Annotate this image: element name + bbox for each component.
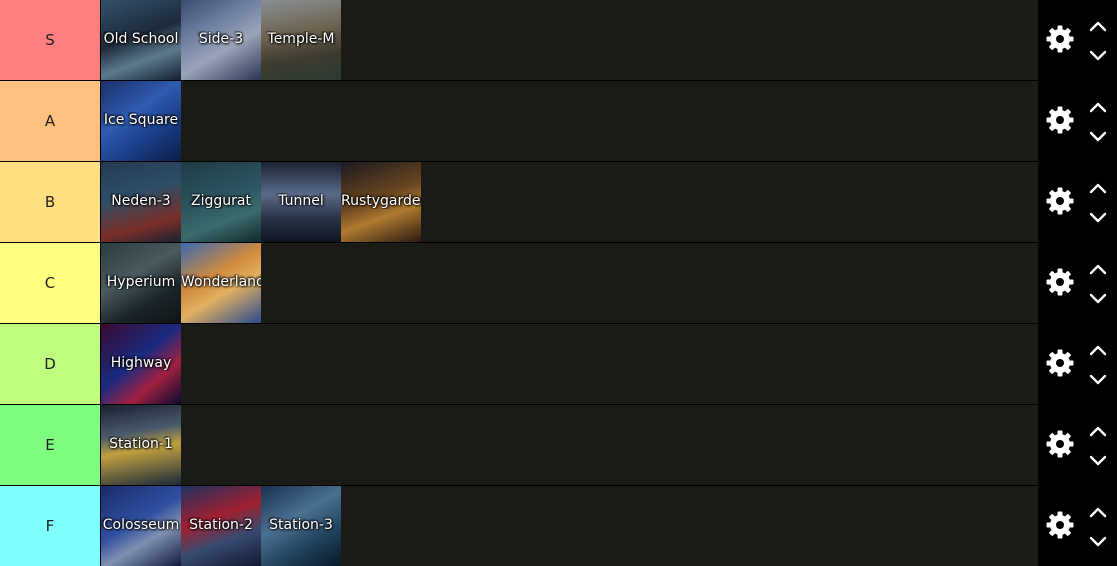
- gear-icon[interactable]: [1045, 267, 1075, 297]
- chevron-down-icon[interactable]: [1089, 293, 1107, 305]
- map-tile[interactable]: Station-2: [181, 486, 261, 566]
- map-tile[interactable]: Station-1: [101, 405, 181, 485]
- tier-controls: [1039, 486, 1117, 566]
- map-tile-label: Station-1: [109, 436, 173, 452]
- map-tile-label: Tunnel: [278, 193, 324, 209]
- tier-row: D Highway: [0, 324, 1117, 404]
- chevron-down-icon[interactable]: [1089, 212, 1107, 224]
- tier-row: F Colosseum Station-2 Station-3: [0, 486, 1117, 566]
- map-tile[interactable]: Ziggurat: [181, 162, 261, 242]
- map-tile-label: Station-2: [189, 517, 253, 533]
- map-tile-label: Ziggurat: [191, 193, 251, 209]
- map-tile[interactable]: Colosseum: [101, 486, 181, 566]
- map-tile-label: Rustygarden: [341, 193, 421, 209]
- tier-items-dropzone[interactable]: Station-1: [101, 405, 1038, 485]
- chevron-down-icon[interactable]: [1089, 374, 1107, 386]
- map-tile[interactable]: Station-3: [261, 486, 341, 566]
- gear-icon[interactable]: [1045, 105, 1075, 135]
- map-tile-label: Temple-M: [267, 31, 335, 47]
- tier-items-dropzone[interactable]: Ice Square: [101, 81, 1038, 161]
- tier-controls: [1039, 405, 1117, 485]
- chevron-up-icon[interactable]: [1089, 344, 1107, 356]
- tier-row: C Hyperium Wonderland: [0, 243, 1117, 323]
- chevron-up-icon[interactable]: [1089, 101, 1107, 113]
- tier-row: E Station-1: [0, 405, 1117, 485]
- tier-label[interactable]: C: [0, 243, 100, 323]
- tier-row: B Neden-3 Ziggurat Tunnel Rustygarden: [0, 162, 1117, 242]
- tier-items-dropzone[interactable]: Colosseum Station-2 Station-3: [101, 486, 1038, 566]
- map-tile[interactable]: Temple-M: [261, 0, 341, 80]
- map-tile[interactable]: Highway: [101, 324, 181, 404]
- tier-row: A Ice Square: [0, 81, 1117, 161]
- map-tile-label: Hyperium: [106, 274, 176, 290]
- map-tile[interactable]: Tunnel: [261, 162, 341, 242]
- map-tile-label: Old School: [103, 31, 179, 47]
- map-tile-label: Colosseum: [102, 517, 180, 533]
- tier-label[interactable]: E: [0, 405, 100, 485]
- map-tile[interactable]: Rustygarden: [341, 162, 421, 242]
- map-tile[interactable]: Ice Square: [101, 81, 181, 161]
- tier-label[interactable]: S: [0, 0, 100, 80]
- map-tile[interactable]: Hyperium: [101, 243, 181, 323]
- gear-icon[interactable]: [1045, 24, 1075, 54]
- gear-icon[interactable]: [1045, 186, 1075, 216]
- tier-items-dropzone[interactable]: Highway: [101, 324, 1038, 404]
- tier-row: S Old School Side-3 Temple-M: [0, 0, 1117, 80]
- map-tile-label: Highway: [110, 355, 172, 371]
- chevron-up-icon[interactable]: [1089, 425, 1107, 437]
- chevron-down-icon[interactable]: [1089, 50, 1107, 62]
- chevron-up-icon[interactable]: [1089, 20, 1107, 32]
- tier-controls: [1039, 324, 1117, 404]
- chevron-down-icon[interactable]: [1089, 455, 1107, 467]
- chevron-up-icon[interactable]: [1089, 506, 1107, 518]
- tier-items-dropzone[interactable]: Neden-3 Ziggurat Tunnel Rustygarden: [101, 162, 1038, 242]
- map-tile[interactable]: Neden-3: [101, 162, 181, 242]
- chevron-down-icon[interactable]: [1089, 536, 1107, 548]
- map-tile-label: Neden-3: [111, 193, 171, 209]
- map-tile[interactable]: Side-3: [181, 0, 261, 80]
- map-tile[interactable]: Wonderland: [181, 243, 261, 323]
- tier-items-dropzone[interactable]: Hyperium Wonderland: [101, 243, 1038, 323]
- tier-controls: [1039, 81, 1117, 161]
- gear-icon[interactable]: [1045, 429, 1075, 459]
- map-tile-label: Side-3: [198, 31, 244, 47]
- tier-controls: [1039, 0, 1117, 80]
- tier-controls: [1039, 162, 1117, 242]
- tier-label[interactable]: F: [0, 486, 100, 566]
- gear-icon[interactable]: [1045, 348, 1075, 378]
- chevron-down-icon[interactable]: [1089, 131, 1107, 143]
- chevron-up-icon[interactable]: [1089, 263, 1107, 275]
- map-tile-label: Wonderland: [181, 274, 261, 290]
- map-tile[interactable]: Old School: [101, 0, 181, 80]
- tier-controls: [1039, 243, 1117, 323]
- tier-label[interactable]: B: [0, 162, 100, 242]
- chevron-up-icon[interactable]: [1089, 182, 1107, 194]
- map-tile-label: Ice Square: [103, 112, 179, 128]
- tier-items-dropzone[interactable]: Old School Side-3 Temple-M: [101, 0, 1038, 80]
- map-tile-label: Station-3: [269, 517, 333, 533]
- tier-list: S Old School Side-3 Temple-M A Ice Square B Ned…: [0, 0, 1117, 566]
- tier-label[interactable]: A: [0, 81, 100, 161]
- tier-label[interactable]: D: [0, 324, 100, 404]
- gear-icon[interactable]: [1045, 510, 1075, 540]
